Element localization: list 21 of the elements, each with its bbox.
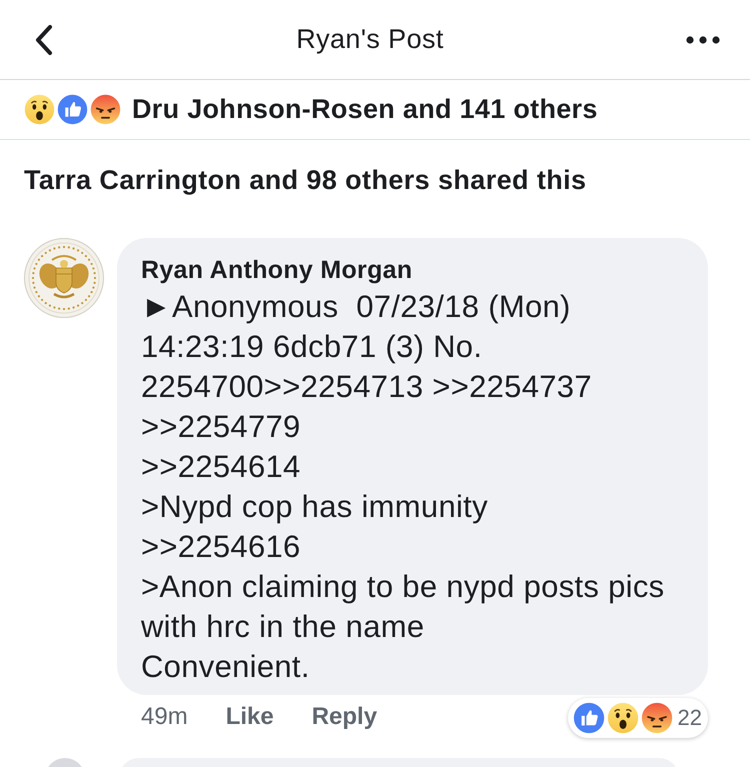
reactions-badge[interactable]: 22 <box>568 698 708 738</box>
more-button[interactable] <box>686 36 720 44</box>
seal-avatar[interactable] <box>24 238 104 318</box>
reactions-summary-link[interactable]: Dru Johnson-Rosen and 141 others <box>132 94 598 125</box>
reaction-count: 22 <box>678 705 702 731</box>
like-button[interactable]: Like <box>226 702 274 730</box>
shares-link[interactable]: Tarra Carrington and 98 others shared this <box>24 165 586 196</box>
page-title: Ryan's Post <box>296 24 444 55</box>
angry-reaction-icon <box>640 701 674 735</box>
like-reaction-icon <box>56 93 89 126</box>
wow-reaction-icon <box>23 93 56 126</box>
back-button[interactable] <box>34 24 54 56</box>
like-reaction-icon <box>572 701 606 735</box>
wow-reaction-icon <box>606 701 640 735</box>
angry-reaction-icon <box>89 93 122 126</box>
comment-time: 49m <box>141 702 188 730</box>
chevron-left-icon <box>34 24 54 56</box>
comment-text: ►Anonymous 07/23/18 (Mon) 14:23:19 6dcb71 (3) No. 2254700>>2254713 >>2254737 >>2254779 >>2254614 >Nypd cop has immunity >>2254616 >Anon claiming to be nypd posts pics with hrc in the name Convenient. <box>141 288 666 686</box>
comment-author[interactable]: Ryan Anthony Morgan <box>141 255 412 285</box>
more-dots-icon <box>686 36 720 44</box>
reply-button[interactable]: Reply <box>312 702 378 730</box>
